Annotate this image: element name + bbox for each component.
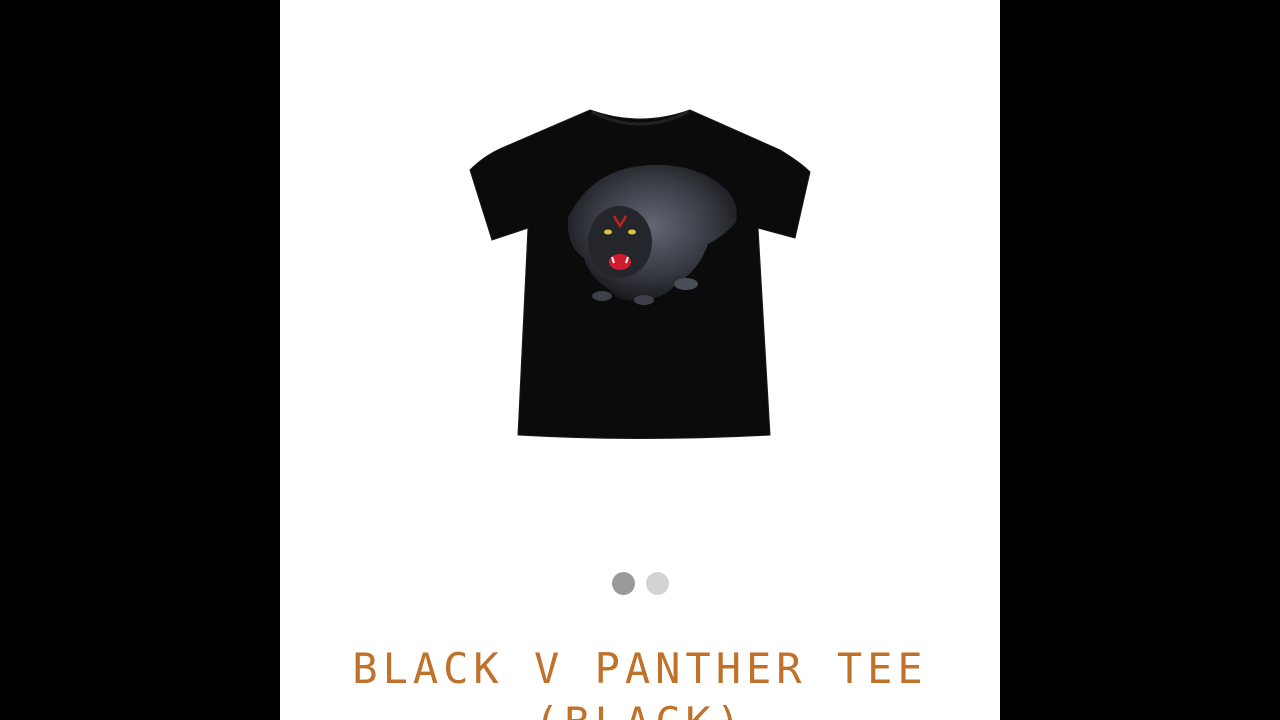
product-title: BLACK V PANTHER TEE (BLACK) [352,644,928,720]
video-frame: BLACK V PANTHER TEE (BLACK) [0,0,1280,720]
carousel-dot-2[interactable] [645,572,669,595]
panther-tshirt-image [469,109,811,439]
carousel-dot-1[interactable] [611,572,635,595]
image-carousel-dots [280,572,1000,596]
product-page: BLACK V PANTHER TEE (BLACK) [280,0,1000,720]
product-image[interactable] [440,100,840,450]
